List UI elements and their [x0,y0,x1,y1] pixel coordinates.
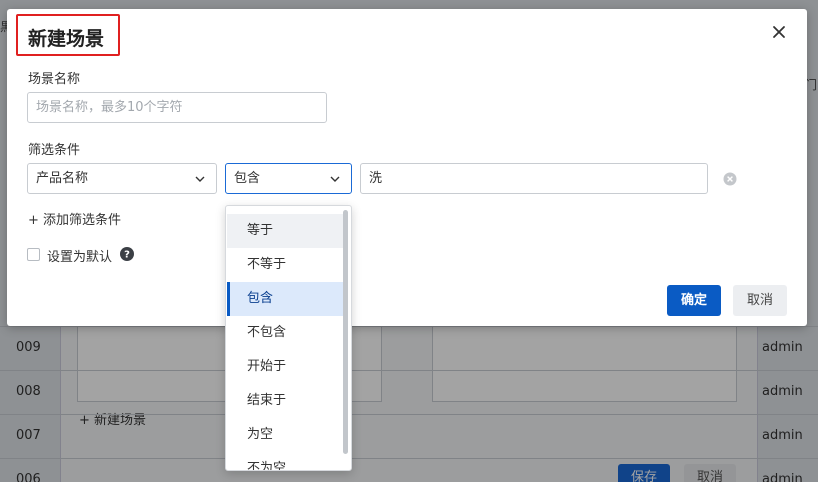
chevron-down-icon [330,176,340,182]
operator-option[interactable]: 为空 [227,418,345,452]
operator-option[interactable]: 不为空 [227,452,345,470]
set-default-checkbox[interactable] [27,248,40,261]
dialog-title: 新建场景 [28,28,105,50]
filter-field-value: 产品名称 [36,171,89,186]
new-scene-dialog: 新建场景 场景名称 筛选条件 产品名称 包含 洗 + 添加筛选条件 设置为默认 … [7,9,807,326]
operator-option[interactable]: 不等于 [227,248,345,282]
title-highlight-box: 新建场景 [16,14,120,56]
filter-operator-select[interactable]: 包含 [225,163,352,194]
operator-option[interactable]: 等于 [227,214,345,248]
clear-filter-icon[interactable] [723,172,737,186]
chevron-down-icon [195,176,205,182]
filter-label: 筛选条件 [28,143,81,158]
operator-option[interactable]: 不包含 [227,316,345,350]
operator-option[interactable]: 结束于 [227,384,345,418]
operator-dropdown-menu: 等于 不等于 包含 不包含 开始于 结束于 为空 不为空 [225,205,352,471]
scene-name-input[interactable] [27,92,327,123]
add-filter-link[interactable]: + 添加筛选条件 [28,209,121,228]
filter-operator-value: 包含 [234,171,261,186]
set-default-label: 设置为默认 [47,250,113,265]
help-icon[interactable]: ? [120,247,134,261]
filter-value-input[interactable]: 洗 [360,163,708,194]
confirm-button[interactable]: 确定 [667,285,721,316]
filter-field-select[interactable]: 产品名称 [27,163,217,194]
scene-name-label: 场景名称 [28,72,81,87]
svg-text:?: ? [124,250,130,261]
filter-value-text: 洗 [369,171,383,186]
operator-option[interactable]: 开始于 [227,350,345,384]
dropdown-scrollbar[interactable] [343,210,348,454]
close-icon[interactable] [768,21,790,43]
operator-option[interactable]: 包含 [227,282,345,316]
cancel-button[interactable]: 取消 [733,285,787,316]
